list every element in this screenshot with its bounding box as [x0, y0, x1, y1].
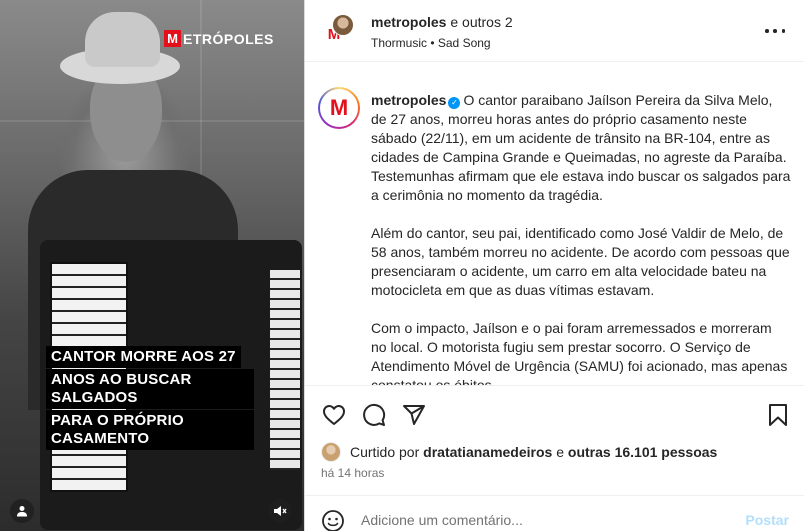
more-dot: [781, 29, 785, 33]
comment-icon: [363, 403, 386, 426]
headline-line: ANOS AO BUSCAR SALGADOS: [46, 369, 254, 409]
collaborator-avatar: [332, 14, 354, 36]
paper-plane-icon: [403, 405, 425, 425]
likes-others[interactable]: outras 16.101 pessoas: [568, 444, 717, 460]
bookmark-icon: [769, 404, 787, 426]
heart-icon: [323, 405, 345, 425]
speaker-muted-icon: [274, 506, 287, 516]
header-username[interactable]: metropoles: [371, 14, 446, 30]
caption-paragraph: Além do cantor, seu pai, identificado co…: [371, 225, 790, 298]
post-comment-button[interactable]: Postar: [745, 512, 789, 528]
post-timestamp[interactable]: há 14 horas: [321, 466, 384, 480]
share-button[interactable]: [401, 402, 427, 428]
caption-avatar[interactable]: M: [318, 87, 360, 129]
user-tag-button[interactable]: [10, 499, 34, 523]
caption-paragraph: metropoles ✓ O cantor paraibano Jaílson Pe…: [371, 91, 791, 205]
liker-avatar[interactable]: [321, 442, 341, 462]
save-button[interactable]: [765, 402, 791, 428]
logo-word: ETRÓPOLES: [183, 30, 274, 47]
accordion-bass-keys: [270, 270, 300, 470]
more-dot: [773, 29, 777, 33]
post-details-panel: M metropoles e outros 2 Thormusic • Sad …: [304, 0, 804, 531]
likes-connector: e: [556, 444, 565, 460]
smiley-icon[interactable]: [321, 509, 345, 531]
avatar-inner: M: [320, 89, 358, 127]
liker-username[interactable]: dratatianamedeiros: [423, 444, 552, 460]
caption-text: metropoles ✓ O cantor paraibano Jaílson Pe…: [371, 91, 791, 386]
comment-input[interactable]: [361, 508, 721, 531]
comment-button[interactable]: [361, 402, 387, 428]
header-collab[interactable]: e outros 2: [450, 14, 512, 30]
media-watermark-logo: M ETRÓPOLES: [164, 30, 274, 47]
headline-line: PARA O PRÓPRIO CASAMENTO: [46, 410, 254, 450]
hat-crown: [85, 12, 160, 67]
more-options-button[interactable]: [765, 24, 785, 38]
logo-mark: M: [164, 30, 181, 47]
like-button[interactable]: [321, 402, 347, 428]
mute-button[interactable]: [268, 499, 292, 523]
collab-avatars[interactable]: M: [320, 14, 356, 50]
comment-composer: Postar: [305, 495, 804, 531]
media-headline: CANTOR MORRE AOS 27 ANOS AO BUSCAR SALGA…: [46, 346, 254, 451]
action-bar: [305, 388, 804, 436]
verified-badge-icon: ✓: [448, 97, 461, 109]
headline-line: CANTOR MORRE AOS 27: [46, 346, 241, 368]
caption-paragraph: Com o impacto, Jaílson e o pai foram arr…: [371, 320, 788, 386]
caption-paragraph-text: O cantor paraibano Jaílson Pereira da Si…: [371, 92, 791, 203]
caption-username[interactable]: metropoles: [371, 92, 446, 108]
caption-scroll-area[interactable]: M metropoles ✓ O cantor paraibano Jaílson …: [305, 63, 804, 386]
metropoles-logo-mark: M: [329, 95, 349, 120]
user-tag-icon: [17, 506, 27, 517]
post-media[interactable]: M ETRÓPOLES CANTOR MORRE AOS 27 ANOS AO …: [0, 0, 304, 531]
post-header: M metropoles e outros 2 Thormusic • Sad …: [305, 0, 804, 62]
likes-summary: Curtido por dratatianamedeiros e outras …: [321, 442, 717, 462]
audio-attribution[interactable]: Thormusic • Sad Song: [371, 36, 491, 50]
likes-prefix: Curtido por: [350, 444, 420, 460]
header-title: metropoles e outros 2: [371, 14, 513, 30]
more-horizontal-icon: [765, 29, 769, 33]
